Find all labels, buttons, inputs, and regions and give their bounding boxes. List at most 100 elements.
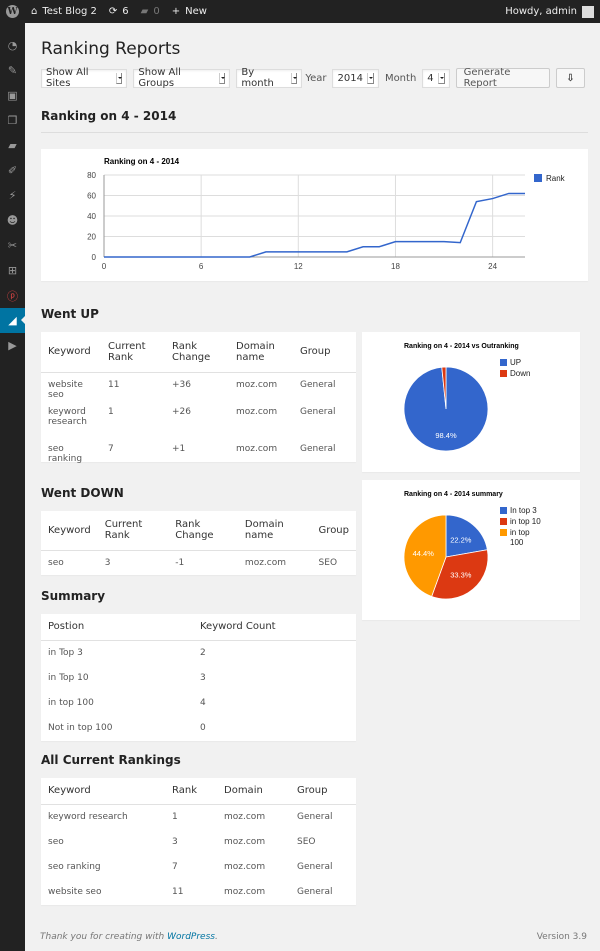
report-title: Ranking on 4 - 2014 bbox=[41, 109, 177, 123]
comments-icon: ▰ bbox=[8, 139, 17, 152]
export-button[interactable]: ⇩ bbox=[555, 68, 585, 88]
domain-cell: moz.com bbox=[224, 836, 266, 847]
position-cell: in Top 3 bbox=[48, 647, 83, 658]
dropdown-arrow-icon bbox=[218, 72, 226, 84]
count-cell: 3 bbox=[200, 672, 206, 683]
group-cell: SEO bbox=[318, 557, 338, 568]
table-header-row: Keyword Rank Domain Group bbox=[41, 778, 356, 805]
column-header: Rank Change bbox=[165, 332, 229, 373]
comments-link[interactable]: ▰ 0 bbox=[135, 0, 166, 23]
legend-swatch-rank bbox=[534, 174, 542, 182]
month-select-value: 4 bbox=[427, 72, 434, 84]
menu-plugins[interactable]: ⚡ bbox=[0, 183, 25, 208]
legend-swatch bbox=[500, 507, 507, 514]
column-header: Domain bbox=[217, 778, 290, 805]
went-up-table: Keyword Current Rank Rank Change Domain … bbox=[41, 332, 356, 464]
went-down-table: Keyword Current Rank Rank Change Domain … bbox=[41, 511, 356, 575]
wordpress-link[interactable]: WordPress bbox=[167, 932, 215, 942]
wp-logo-menu[interactable]: W bbox=[0, 0, 25, 23]
pie-data-label: 33.3% bbox=[450, 571, 472, 580]
menu-media[interactable]: ▣ bbox=[0, 83, 25, 108]
pie-data-label: 98.4% bbox=[435, 431, 457, 440]
y-tick-label: 40 bbox=[87, 212, 96, 221]
settings-icon: ⊞ bbox=[7, 264, 18, 277]
group-cell: General bbox=[297, 861, 333, 872]
menu-tools[interactable]: ✂ bbox=[0, 233, 25, 258]
menu-users[interactable]: ☻ bbox=[0, 208, 25, 233]
table-row: seo 3 -1 moz.com SEO bbox=[41, 550, 356, 575]
home-icon: ⌂ bbox=[31, 6, 38, 17]
greeting: Howdy, admin bbox=[505, 6, 577, 17]
table-row: in top 100 4 bbox=[41, 690, 356, 715]
period-select[interactable]: By month bbox=[236, 67, 303, 89]
year-select[interactable]: 2014 bbox=[332, 68, 379, 88]
legend-label: UP bbox=[510, 358, 521, 367]
column-header: Keyword bbox=[41, 511, 98, 551]
dropdown-arrow-icon bbox=[437, 72, 445, 84]
summary-pie-chart: Ranking on 4 - 2014 summary 22.2% 33.3% 44.… bbox=[403, 491, 541, 600]
column-header: Group bbox=[311, 511, 356, 551]
pages-icon: ❐ bbox=[7, 114, 18, 127]
rank-cell: 7 bbox=[108, 443, 114, 454]
menu-media-player[interactable]: ▶ bbox=[0, 333, 25, 358]
filter-toolbar: Show All Sites Show All Groups By month … bbox=[41, 67, 588, 89]
summary-heading: Summary bbox=[41, 589, 106, 603]
menu-appearance[interactable]: ✐ bbox=[0, 158, 25, 183]
site-select[interactable]: Show All Sites bbox=[41, 67, 128, 89]
menu-posts[interactable]: ✎ bbox=[0, 58, 25, 83]
domain-cell: moz.com bbox=[224, 886, 266, 897]
chart-icon: ◢ bbox=[8, 314, 17, 327]
menu-comments[interactable]: ▰ bbox=[0, 133, 25, 158]
menu-settings[interactable]: ⊞ bbox=[0, 258, 25, 283]
wordpress-icon: W bbox=[6, 5, 19, 18]
site-select-value: Show All Sites bbox=[46, 67, 89, 89]
menu-ranking-reports[interactable]: ◢ bbox=[0, 308, 25, 333]
column-header: Keyword bbox=[41, 778, 165, 805]
all-rankings-table: Keyword Rank Domain Group keyword resear… bbox=[41, 778, 356, 904]
keyword-cell: website seo bbox=[48, 886, 102, 897]
chart-title: Ranking on 4 - 2014 summary bbox=[404, 491, 503, 498]
month-select[interactable]: 4 bbox=[422, 68, 450, 88]
count-cell: 2 bbox=[200, 647, 206, 658]
x-tick-label: 18 bbox=[391, 262, 400, 271]
my-account-link[interactable]: Howdy, admin bbox=[499, 0, 600, 23]
site-name: Test Blog 2 bbox=[42, 6, 97, 17]
column-header: Rank Change bbox=[168, 511, 238, 551]
group-select[interactable]: Show All Groups bbox=[133, 67, 231, 89]
count-cell: 0 bbox=[200, 722, 206, 733]
legend-label: Down bbox=[510, 369, 530, 378]
group-cell: General bbox=[297, 886, 333, 897]
legend-swatch bbox=[500, 518, 507, 525]
keyword-cell: website seo bbox=[48, 379, 83, 400]
rank-cell: 11 bbox=[108, 379, 120, 390]
table-row: website seo 11 +36 moz.com General bbox=[41, 372, 356, 400]
domain-cell: moz.com bbox=[224, 861, 266, 872]
comment-icon: ▰ bbox=[140, 6, 149, 17]
version-text: Version 3.9 bbox=[536, 932, 587, 942]
menu-pinterest[interactable]: ⓟ bbox=[0, 283, 25, 308]
rank-cell: 7 bbox=[172, 861, 178, 872]
table-row: in Top 10 3 bbox=[41, 665, 356, 690]
all-rankings-heading: All Current Rankings bbox=[41, 753, 181, 767]
generate-report-button[interactable]: Generate Report bbox=[455, 67, 550, 89]
legend-swatch bbox=[500, 529, 507, 536]
play-icon: ▶ bbox=[8, 339, 17, 352]
table-row: keyword research 1 +26 moz.com General bbox=[41, 400, 356, 439]
domain-cell: moz.com bbox=[236, 406, 278, 417]
pie-data-label: 44.4% bbox=[413, 549, 435, 558]
new-label: New bbox=[185, 6, 207, 17]
group-cell: General bbox=[300, 443, 336, 454]
new-content-link[interactable]: + New bbox=[166, 0, 213, 23]
group-cell: General bbox=[300, 379, 336, 390]
chart-title: Ranking on 4 - 2014 vs Outranking bbox=[404, 343, 519, 350]
summary-table-panel: Postion Keyword Count in Top 3 2 in Top 1… bbox=[41, 614, 356, 741]
menu-dashboard[interactable]: ◔ bbox=[0, 33, 25, 58]
updates-link[interactable]: ⟳ 6 bbox=[103, 0, 135, 23]
rank-cell: 3 bbox=[172, 836, 178, 847]
all-rankings-table-panel: Keyword Rank Domain Group keyword resear… bbox=[41, 778, 356, 905]
summary-table: Postion Keyword Count in Top 3 2 in Top 1… bbox=[41, 614, 356, 740]
comments-count: 0 bbox=[153, 6, 160, 17]
menu-pages[interactable]: ❐ bbox=[0, 108, 25, 133]
went-up-heading: Went UP bbox=[41, 307, 99, 321]
site-name-link[interactable]: ⌂ Test Blog 2 bbox=[25, 0, 103, 23]
